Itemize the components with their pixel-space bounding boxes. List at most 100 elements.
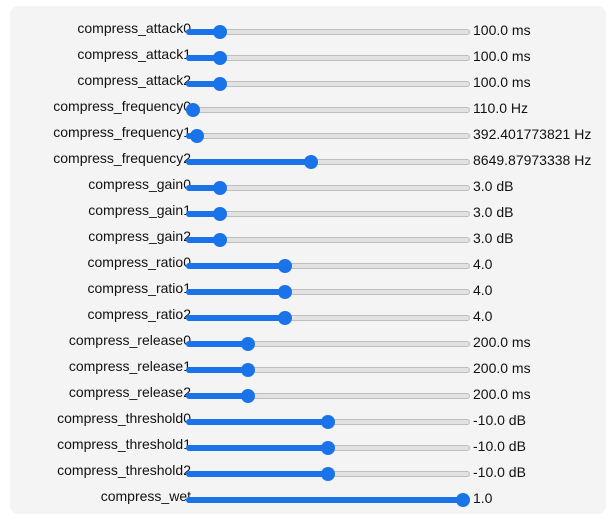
slider-compress_attack0[interactable] [186,25,470,41]
slider-fill [186,419,328,425]
slider-label: compress_frequency1 [53,124,191,140]
slider-thumb[interactable] [241,389,255,403]
slider-value: 3.0 dB [473,230,514,246]
slider-value: -10.0 dB [473,464,526,480]
slider-value: 200.0 ms [473,334,531,350]
slider-compress_release0[interactable] [186,337,470,353]
slider-thumb[interactable] [278,285,292,299]
slider-fill [186,471,328,477]
slider-compress_threshold2[interactable] [186,467,470,483]
slider-track[interactable] [186,107,470,113]
slider-value: 4.0 [473,282,493,298]
slider-value: -10.0 dB [473,412,526,428]
slider-thumb[interactable] [241,337,255,351]
slider-track[interactable] [186,237,470,243]
slider-label: compress_attack2 [77,72,191,88]
slider-value: 100.0 ms [473,48,531,64]
slider-thumb[interactable] [213,25,227,39]
slider-row: compress_ratio2 4.0 [10,304,606,330]
slider-thumb[interactable] [213,207,227,221]
slider-row: compress_frequency1 392.401773821 Hz [10,122,606,148]
slider-compress_frequency0[interactable] [186,103,470,119]
slider-label: compress_frequency0 [53,98,191,114]
slider-compress_attack1[interactable] [186,51,470,67]
slider-fill [186,263,285,269]
slider-fill [186,393,248,399]
slider-row: compress_attack0 100.0 ms [10,18,606,44]
slider-compress_gain0[interactable] [186,181,470,197]
slider-thumb[interactable] [278,311,292,325]
slider-compress_release1[interactable] [186,363,470,379]
slider-thumb[interactable] [456,493,470,507]
slider-value: 3.0 dB [473,178,514,194]
slider-fill [186,341,248,347]
slider-row: compress_attack1 100.0 ms [10,44,606,70]
slider-thumb[interactable] [304,155,318,169]
slider-value: 100.0 ms [473,74,531,90]
slider-value: 200.0 ms [473,360,531,376]
slider-compress_threshold0[interactable] [186,415,470,431]
slider-thumb[interactable] [213,181,227,195]
slider-value: 4.0 [473,256,493,272]
slider-label: compress_gain0 [88,176,191,192]
slider-row: compress_gain1 3.0 dB [10,200,606,226]
slider-panel: compress_attack0 100.0 ms compress_attack1… [10,6,606,514]
slider-thumb[interactable] [241,363,255,377]
slider-row: compress_release1 200.0 ms [10,356,606,382]
slider-compress_attack2[interactable] [186,77,470,93]
slider-compress_ratio0[interactable] [186,259,470,275]
slider-compress_release2[interactable] [186,389,470,405]
slider-row: compress_threshold2 -10.0 dB [10,460,606,486]
slider-label: compress_gain2 [88,228,191,244]
slider-compress_frequency2[interactable] [186,155,470,171]
slider-fill [186,289,285,295]
slider-thumb[interactable] [213,51,227,65]
slider-value: 100.0 ms [473,22,531,38]
slider-label: compress_frequency2 [53,150,191,166]
slider-compress_ratio2[interactable] [186,311,470,327]
slider-row: compress_ratio1 4.0 [10,278,606,304]
slider-thumb[interactable] [278,259,292,273]
slider-label: compress_attack0 [77,20,191,36]
slider-row: compress_frequency0 110.0 Hz [10,96,606,122]
slider-compress_gain2[interactable] [186,233,470,249]
slider-thumb[interactable] [321,441,335,455]
slider-fill [186,497,470,503]
slider-compress_gain1[interactable] [186,207,470,223]
slider-row: compress_threshold0 -10.0 dB [10,408,606,434]
slider-track[interactable] [186,29,470,35]
slider-value: 110.0 Hz [473,100,528,116]
slider-value: 1.0 [473,490,493,506]
slider-thumb[interactable] [190,129,204,143]
slider-value: 4.0 [473,308,493,324]
slider-track[interactable] [186,81,470,87]
slider-track[interactable] [186,211,470,217]
slider-row: compress_gain0 3.0 dB [10,174,606,200]
slider-label: compress_ratio2 [87,306,192,322]
slider-thumb[interactable] [321,467,335,481]
slider-label: compress_ratio0 [87,254,192,270]
slider-label: compress_threshold1 [57,436,191,452]
slider-value: -10.0 dB [473,438,526,454]
slider-fill [186,159,311,165]
slider-thumb[interactable] [321,415,335,429]
slider-thumb[interactable] [186,103,200,117]
slider-row: compress_wet 1.0 [10,486,606,512]
slider-track[interactable] [186,133,470,139]
slider-label: compress_threshold0 [57,410,191,426]
slider-label: compress_wet [100,488,191,504]
slider-compress_threshold1[interactable] [186,441,470,457]
slider-track[interactable] [186,55,470,61]
slider-value: 3.0 dB [473,204,514,220]
slider-value: 200.0 ms [473,386,531,402]
slider-compress_ratio1[interactable] [186,285,470,301]
slider-compress_wet[interactable] [186,493,470,509]
slider-thumb[interactable] [213,77,227,91]
slider-row: compress_release2 200.0 ms [10,382,606,408]
slider-label: compress_attack1 [77,46,191,62]
slider-label: compress_release0 [68,332,191,348]
slider-compress_frequency1[interactable] [186,129,470,145]
slider-track[interactable] [186,185,470,191]
slider-list: compress_attack0 100.0 ms compress_attack1… [10,18,606,512]
slider-thumb[interactable] [213,233,227,247]
